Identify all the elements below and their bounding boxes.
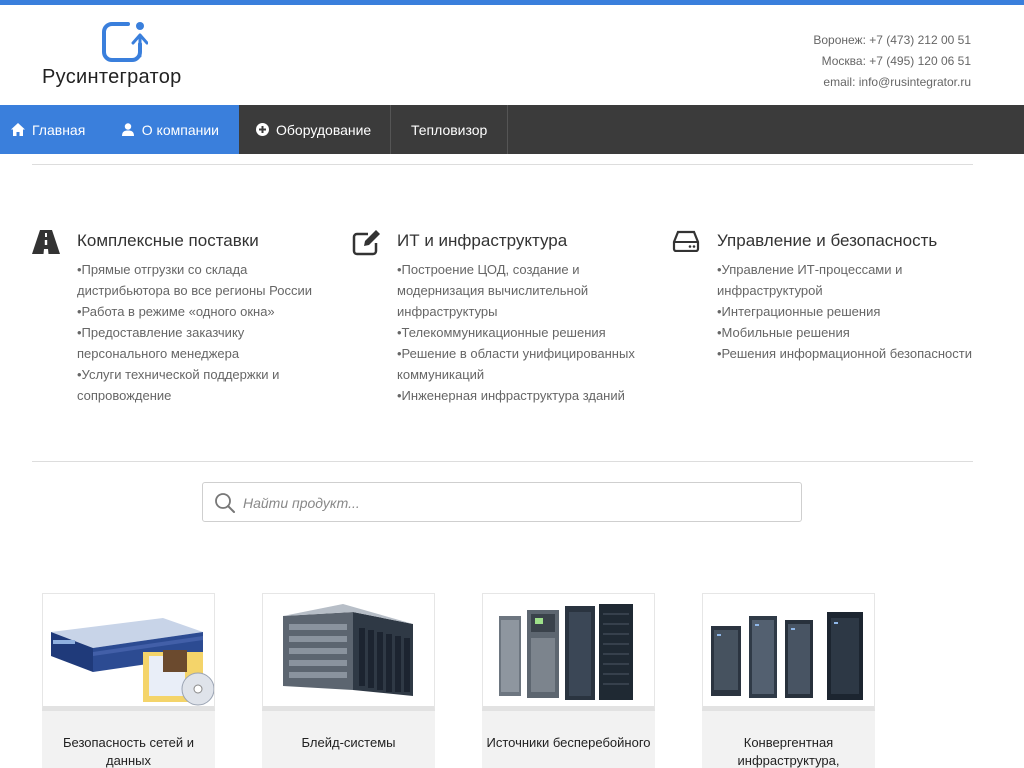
contact-email[interactable]: email: info@rusintegrator.ru: [813, 72, 971, 93]
list-item: •Управление ИТ-процессами и инфраструкту…: [717, 262, 903, 298]
refresh-arrow-icon: [102, 22, 148, 62]
list-item: •Построение ЦОД, создание и модернизация…: [397, 262, 589, 319]
feature-list: •Построение ЦОД, создание и модернизация…: [397, 259, 657, 406]
list-item: •Услуги технической поддержки и сопровож…: [77, 367, 280, 403]
list-item: •Интеграционные решения: [717, 304, 881, 319]
product-card[interactable]: Источники бесперебойного: [482, 593, 655, 768]
divider: [32, 461, 973, 462]
list-item: •Прямые отгрузки со склада дистрибьютора…: [77, 262, 312, 298]
list-item: •Решения информационной безопасности: [717, 346, 972, 361]
product-card[interactable]: Конвергентная инфраструктура,: [702, 593, 875, 768]
road-icon: [32, 230, 62, 256]
nav-item-thermal-imager[interactable]: Тепловизор: [391, 105, 508, 154]
feature-title: Комплексные поставки: [77, 231, 259, 250]
product-name[interactable]: Блейд-системы: [262, 734, 435, 752]
nav-label: Главная: [32, 121, 86, 138]
product-name[interactable]: Безопасность сетей и данных: [42, 734, 215, 768]
feature-title: ИТ и инфраструктура: [397, 231, 568, 250]
hard-drive-icon: [672, 230, 702, 256]
nav-label: Оборудование: [276, 121, 372, 138]
list-item: •Решение в области унифицированных комму…: [397, 346, 635, 382]
phone-moscow[interactable]: Москва: +7 (495) 120 06 51: [813, 51, 971, 72]
user-icon: [121, 123, 135, 137]
list-item: •Работа в режиме «одного окна»: [77, 304, 275, 319]
contact-info: Воронеж: +7 (473) 212 00 51 Москва: +7 (…: [813, 30, 971, 93]
main-navigation: Главная О компании Оборудование Тепловиз…: [0, 105, 1024, 154]
product-card[interactable]: Безопасность сетей и данных: [42, 593, 215, 768]
feature-list: •Управление ИТ-процессами и инфраструкту…: [717, 259, 977, 364]
edit-icon: [352, 230, 382, 256]
divider: [32, 164, 973, 165]
nav-label: О компании: [141, 121, 219, 138]
plus-circle-icon: [256, 123, 269, 137]
phone-voronezh[interactable]: Воронеж: +7 (473) 212 00 51: [813, 30, 971, 51]
feature-title: Управление и безопасность: [717, 231, 938, 250]
nav-label: Тепловизор: [411, 121, 488, 138]
product-search[interactable]: [202, 482, 802, 522]
product-name[interactable]: Конвергентная инфраструктура,: [702, 734, 875, 768]
brand-name: Русинтегратор: [42, 66, 182, 88]
top-accent-bar: [0, 0, 1024, 5]
blade-chassis-image[interactable]: [262, 593, 435, 711]
nav-item-about[interactable]: О компании: [101, 105, 239, 154]
server-racks-image[interactable]: [702, 593, 875, 711]
nav-item-equipment[interactable]: Оборудование: [239, 105, 391, 154]
search-icon[interactable]: [214, 492, 236, 514]
product-card[interactable]: Блейд-системы: [262, 593, 435, 768]
product-name[interactable]: Источники бесперебойного: [482, 734, 655, 752]
site-logo[interactable]: Русинтегратор: [42, 20, 212, 90]
home-icon: [11, 123, 25, 137]
list-item: •Инженерная инфраструктура зданий: [397, 388, 625, 403]
network-appliance-image[interactable]: [42, 593, 215, 711]
feature-list: •Прямые отгрузки со склада дистрибьютора…: [77, 259, 337, 406]
list-item: •Предоставление заказчику персонального …: [77, 325, 245, 361]
nav-item-home[interactable]: Главная: [0, 105, 101, 154]
list-item: •Телекоммуникационные решения: [397, 325, 606, 340]
list-item: •Мобильные решения: [717, 325, 850, 340]
ups-racks-image[interactable]: [482, 593, 655, 711]
search-input[interactable]: [243, 491, 783, 515]
